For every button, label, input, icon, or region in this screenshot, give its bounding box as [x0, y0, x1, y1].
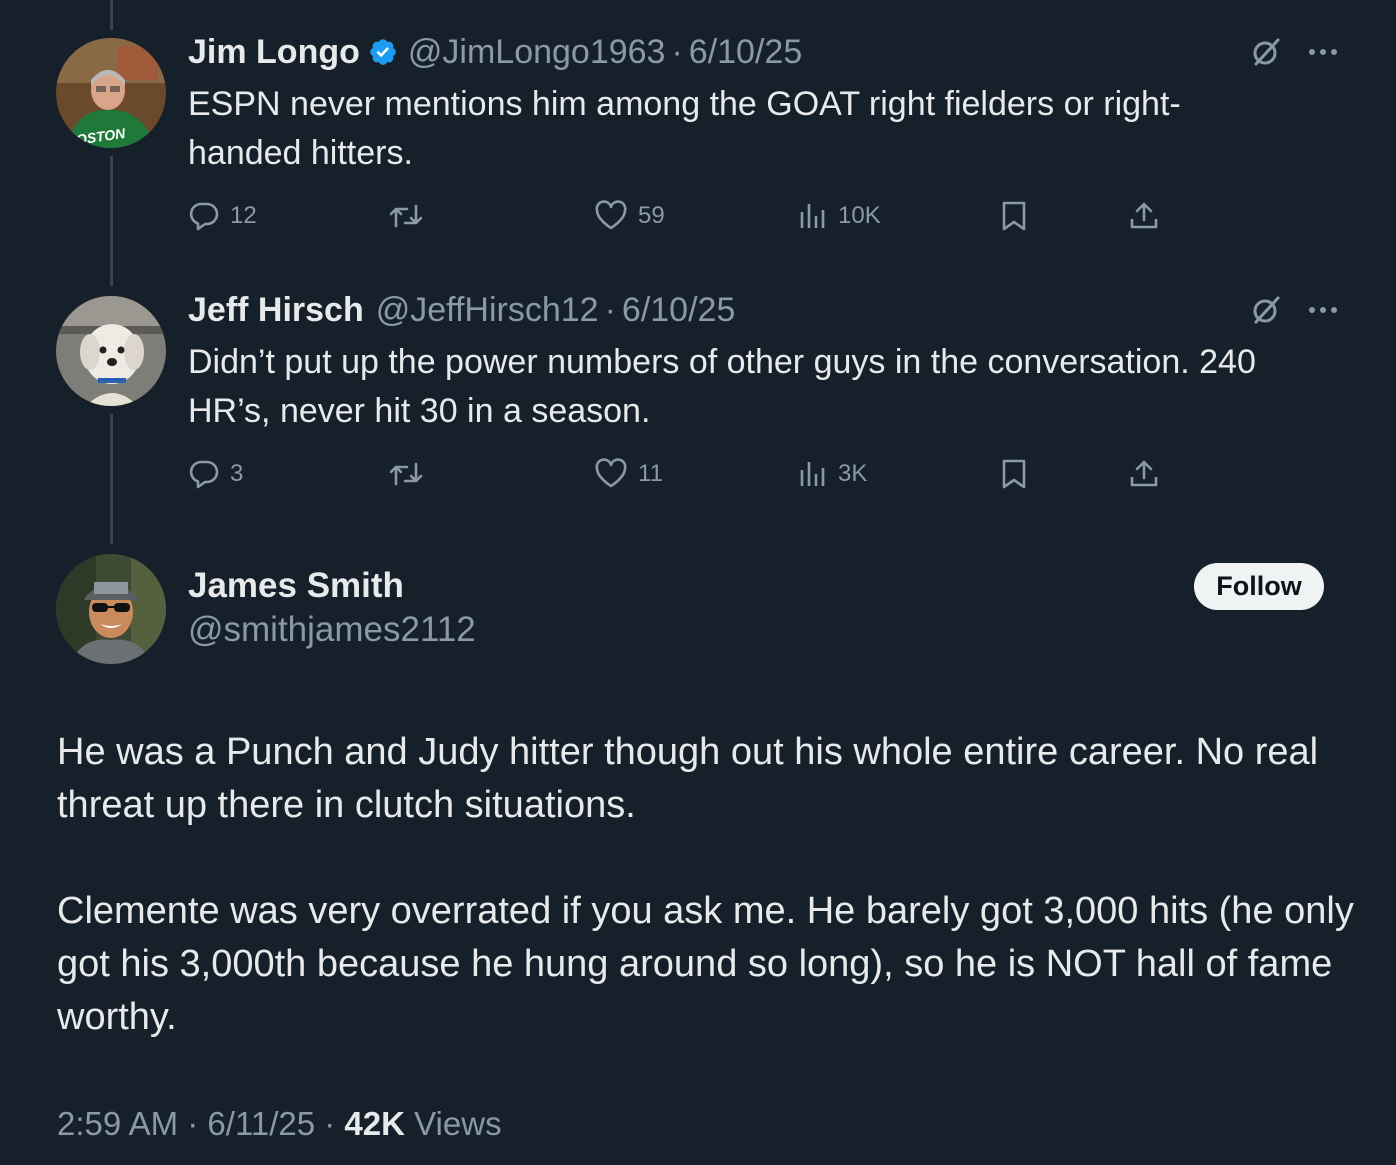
share-button[interactable]	[1128, 200, 1160, 232]
avatar-jim-longo[interactable]: OSTON	[56, 38, 166, 148]
share-icon	[1128, 458, 1160, 490]
reply-icon	[188, 200, 220, 232]
author-handle[interactable]: @JimLongo1963	[408, 30, 666, 74]
author-name[interactable]: Jeff Hirsch	[188, 288, 364, 332]
thread-line-top	[110, 0, 113, 30]
main-tweet-text: He was a Punch and Judy hitter though ou…	[57, 726, 1357, 1044]
like-count: 11	[638, 460, 663, 487]
reply-tweet-jeff-hirsch[interactable]: Jeff Hirsch @JeffHirsch12 · 6/10/25 Didn…	[188, 288, 1338, 498]
avatar-jeff-hirsch[interactable]	[56, 296, 166, 406]
avatar-james-smith[interactable]	[56, 554, 166, 664]
main-tweet-paragraph-2: Clemente was very overrated if you ask m…	[57, 890, 1354, 1038]
views-icon	[798, 200, 828, 232]
tweet-actions: 12 59 10K	[188, 200, 1338, 240]
thread-line-2	[110, 414, 113, 544]
retweet-button[interactable]	[388, 458, 434, 490]
follow-button[interactable]: Follow	[1194, 563, 1324, 610]
like-icon	[594, 458, 628, 490]
views-count[interactable]: 42K	[344, 1105, 405, 1142]
main-author-name[interactable]: James Smith	[188, 564, 404, 608]
views-button[interactable]: 3K	[798, 458, 867, 490]
grok-icon[interactable]	[1250, 294, 1282, 326]
tweet-text: ESPN never mentions him among the GOAT r…	[188, 85, 1181, 172]
like-count: 59	[638, 202, 665, 229]
retweet-icon	[388, 200, 424, 232]
separator-dot: ·	[187, 1105, 199, 1142]
like-icon	[594, 200, 628, 232]
retweet-icon	[388, 458, 424, 490]
retweet-button[interactable]	[388, 200, 434, 232]
reply-count: 3	[230, 460, 244, 487]
tweet-date[interactable]: 6/10/25	[689, 30, 802, 74]
tweet-time[interactable]: 2:59 AM	[57, 1105, 178, 1142]
separator-dot: ·	[324, 1105, 336, 1142]
share-icon	[1128, 200, 1160, 232]
tweet-text: Didn’t put up the power numbers of other…	[188, 343, 1256, 430]
views-label: Views	[414, 1105, 502, 1142]
reply-button[interactable]: 12	[188, 200, 257, 232]
more-icon[interactable]	[1308, 47, 1338, 57]
grok-icon[interactable]	[1250, 36, 1282, 68]
separator-dot: ·	[671, 33, 683, 71]
reply-count: 12	[230, 202, 257, 229]
reply-icon	[188, 458, 220, 490]
thread-line-1	[110, 156, 113, 286]
main-tweet-paragraph-1: He was a Punch and Judy hitter though ou…	[57, 731, 1319, 826]
bookmark-button[interactable]	[1000, 200, 1028, 232]
reply-button[interactable]: 3	[188, 458, 243, 490]
author-name[interactable]: Jim Longo	[188, 30, 360, 74]
share-button[interactable]	[1128, 458, 1160, 490]
bookmark-icon	[1000, 458, 1028, 490]
like-button[interactable]: 11	[594, 458, 663, 490]
more-icon[interactable]	[1308, 305, 1338, 315]
verified-badge-icon[interactable]	[368, 37, 398, 67]
bookmark-button[interactable]	[1000, 458, 1028, 490]
reply-header: Jim Longo @JimLongo1963 · 6/10/25	[188, 30, 1338, 74]
bookmark-icon	[1000, 200, 1028, 232]
main-tweet-meta: 2:59 AM · 6/11/25 · 42K Views	[57, 1102, 502, 1146]
tweet-actions: 3 11 3K	[188, 458, 1338, 498]
reply-tweet-jim-longo[interactable]: Jim Longo @JimLongo1963 · 6/10/25 ESPN n…	[188, 30, 1338, 240]
like-button[interactable]: 59	[594, 200, 665, 232]
tweet-date[interactable]: 6/10/25	[622, 288, 735, 332]
author-handle[interactable]: @JeffHirsch12	[376, 288, 599, 332]
views-icon	[798, 458, 828, 490]
tweet-top-icons	[1250, 30, 1338, 74]
tweet-top-icons	[1250, 288, 1338, 332]
separator-dot: ·	[604, 291, 616, 329]
views-count: 3K	[838, 460, 868, 487]
views-count: 10K	[838, 202, 881, 229]
views-button[interactable]: 10K	[798, 200, 881, 232]
main-author-handle[interactable]: @smithjames2112	[188, 608, 476, 652]
reply-header: Jeff Hirsch @JeffHirsch12 · 6/10/25	[188, 288, 1338, 332]
tweet-date[interactable]: 6/11/25	[207, 1105, 315, 1142]
